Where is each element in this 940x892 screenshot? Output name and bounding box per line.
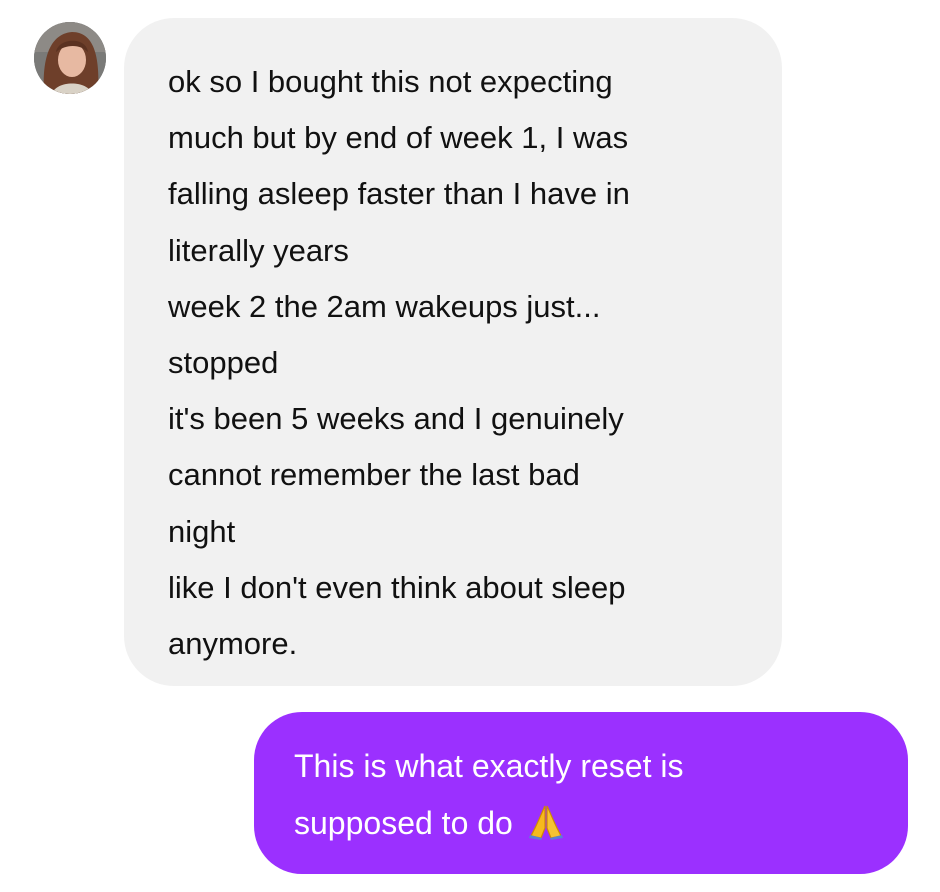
message-line: like I don't even think about sleep [168,569,626,605]
message-line: much but by end of week 1, I was [168,120,629,156]
incoming-message-bubble: ok so I bought this not expecting much b… [124,18,782,686]
message-line: This is what exactly reset is [294,748,684,784]
message-line: week 2 the 2am wakeups just... [168,288,601,324]
message-line: it's been 5 weeks and I genuinely [168,401,624,437]
message-line: ok so I bought this not expecting [168,64,613,99]
message-line: anymore. [168,626,298,662]
folded-hands-icon [528,805,563,840]
message-line: night [168,513,236,549]
message-line: cannot remember the last bad [168,457,580,493]
avatar[interactable] [34,22,106,94]
user-photo-avatar [34,22,106,94]
message-line: stopped [168,345,279,381]
message-line: falling asleep faster than I have in [168,176,630,212]
outgoing-message-bubble: This is what exactly reset is supposed t… [254,712,908,874]
message-line-text: supposed to do [294,805,513,841]
message-line: literally years [168,232,349,268]
message-line-with-emoji: supposed to do [294,795,878,852]
